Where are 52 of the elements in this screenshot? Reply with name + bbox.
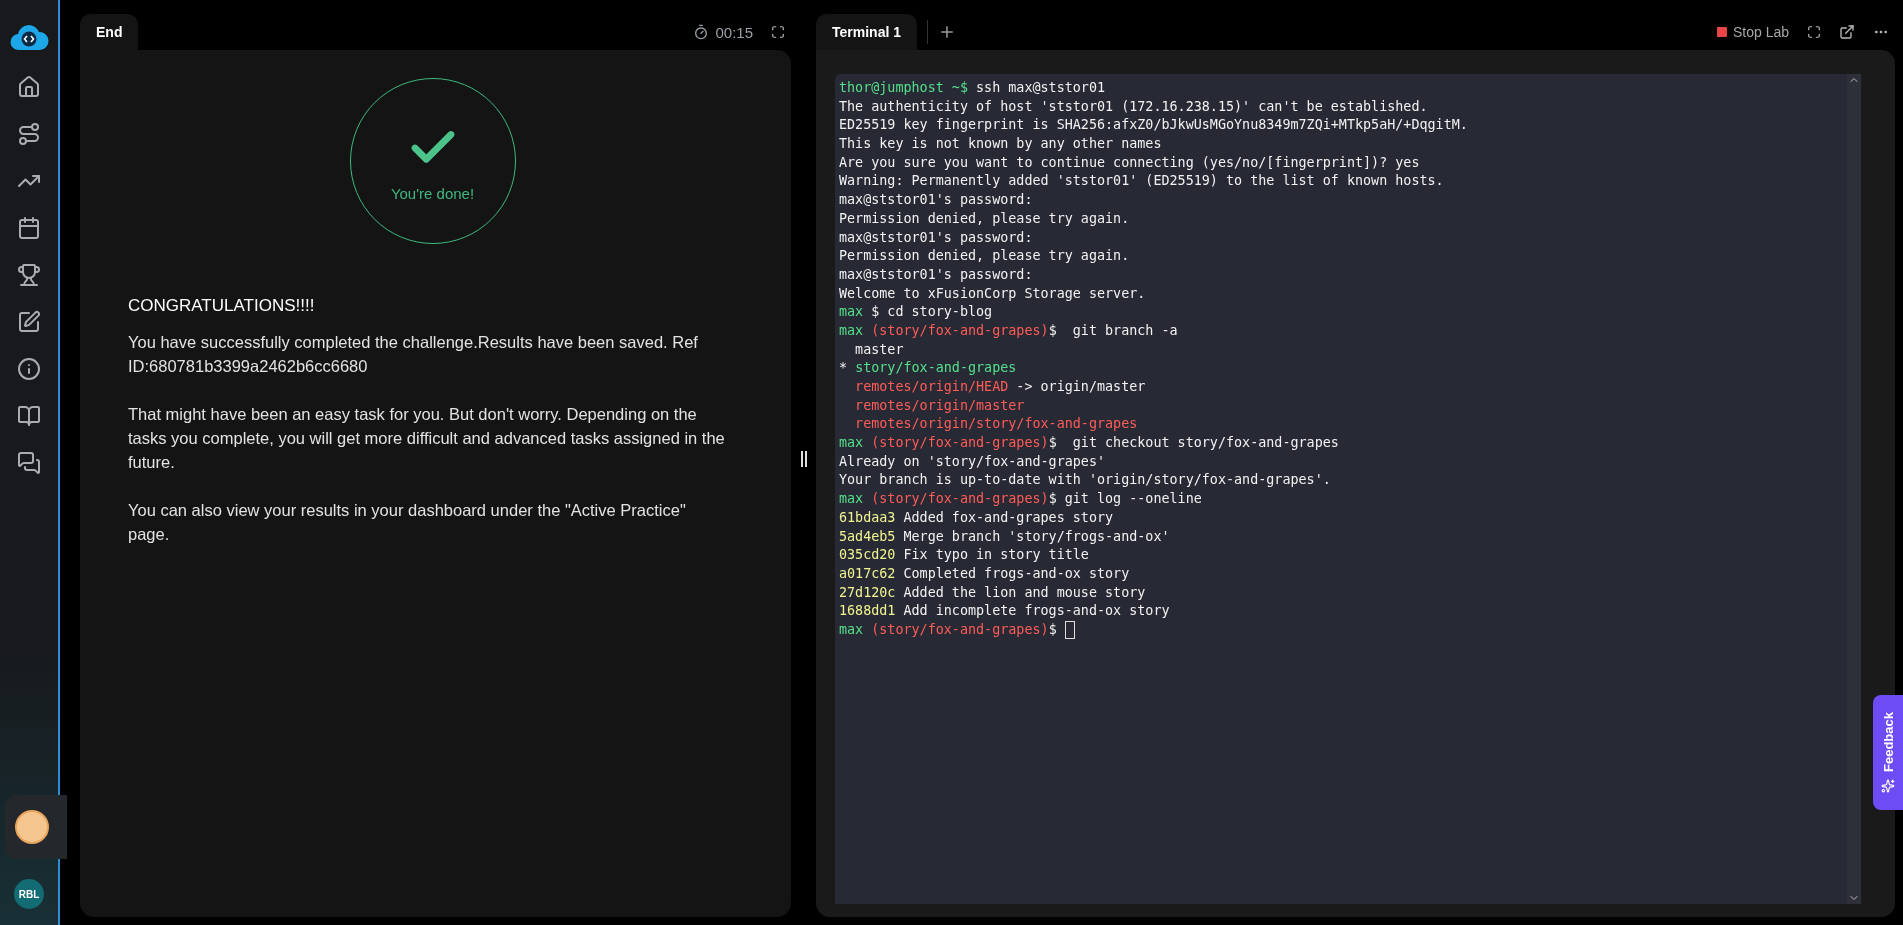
- terminal-line: Welcome to xFusionCorp Storage server.: [839, 284, 1146, 303]
- terminal-line: Permission denied, please try again.: [839, 247, 1130, 266]
- terminal-line: 1688dd1 Add incomplete frogs-and-ox story: [839, 602, 1170, 621]
- terminal-line: 035cd20 Fix typo in story title: [839, 546, 1089, 565]
- terminal-line: max (story/fox-and-grapes)$ git checkout story/fox-and-grapes: [839, 434, 1339, 453]
- terminal-line: max (story/fox-and-grapes)$: [839, 620, 1057, 639]
- external-link-button[interactable]: [1839, 24, 1855, 40]
- expand-button[interactable]: [1807, 25, 1821, 39]
- terminal-line: master: [854, 340, 904, 359]
- terminal-line: 27d120c Added the lion and mouse story: [839, 583, 1146, 602]
- terminal-line: 5ad4eb5 Merge branch 'story/frogs-and-ox': [839, 527, 1170, 546]
- terminal-line: a017c62 Completed frogs-and-ox story: [839, 564, 1130, 583]
- terminal-line: max $ cd story-blog: [839, 303, 993, 322]
- avatar-card[interactable]: [5, 795, 67, 859]
- timer-icon: [693, 24, 710, 40]
- paragraph: You can also view your results in your dashboard under the "Active Practice" page.: [128, 500, 687, 545]
- user-initials-avatar[interactable]: RBL: [14, 879, 44, 909]
- terminal-line: max@ststor01's password:: [839, 265, 1033, 284]
- terminal-line: Warning: Permanently added 'ststor01' (ED25519) to the list of known hosts.: [839, 172, 1444, 191]
- terminal-line: thor@jumphost ~$ ssh max@ststor01: [839, 79, 1106, 97]
- heading: CONGRATULATIONS!!!!: [128, 296, 316, 316]
- timer-text: 00:15: [715, 23, 753, 41]
- terminal-line: Are you sure you want to continue connecting (yes/no/[fingerprint])? yes: [839, 153, 1420, 172]
- terminal-line: This key is not known by any other names: [839, 135, 1162, 154]
- sparkles-icon: [1881, 779, 1895, 794]
- terminal-line: remotes/origin/story/fox-and-grapes: [854, 415, 1138, 434]
- paragraph: You have successfully completed the challenge.Results have been saved. Ref ID:680781b3399a2462b6cc6680: [128, 332, 699, 377]
- terminal-line: ED25519 key fingerprint is SHA256:afxZ0/bJkwUsMGoYnu8349m7ZQi+MTkp5aH/+DqgitM.: [839, 116, 1468, 135]
- avatar: [15, 810, 49, 844]
- tab[interactable]: End: [80, 14, 139, 50]
- add-tab-button[interactable]: [938, 23, 956, 41]
- terminal-line: Already on 'story/fox-and-grapes': [839, 452, 1106, 471]
- terminal-line: Your branch is up-to-date with 'origin/story/fox-and-grapes'.: [839, 471, 1331, 490]
- tab[interactable]: Terminal 1: [816, 14, 917, 50]
- status-text: You're done!: [390, 184, 475, 202]
- terminal-line: * story/fox-and-grapes: [839, 359, 1017, 378]
- scrollbar[interactable]: [1847, 74, 1861, 904]
- cloud-code-logo: [9, 24, 49, 52]
- terminal-line: Permission denied, please try again.: [839, 209, 1130, 228]
- resize-handle-icon[interactable]: [800, 450, 807, 467]
- terminal-line: The authenticity of host 'ststor01 (172.16.238.15)' can't be established.: [839, 97, 1428, 116]
- terminal-line: max@ststor01's password:: [839, 191, 1033, 210]
- expand-button[interactable]: [771, 25, 785, 39]
- feedback-tab[interactable]: Feedback: [1873, 695, 1903, 810]
- terminal-line: remotes/origin/master: [854, 396, 1025, 415]
- stop-lab-button[interactable]: Stop Lab: [1716, 24, 1789, 40]
- paragraph: That might have been an easy task for you. But don't worry. Depending on the tasks you complete, you will get more difficult and advanced tasks assigned in the future.: [128, 404, 726, 473]
- terminal-line: 61bdaa3 Added fox-and-grapes story: [839, 508, 1114, 527]
- terminal-line: remotes/origin/HEAD -> origin/master: [854, 378, 1146, 396]
- terminal-line: max (story/fox-and-grapes)$ git branch -a: [839, 321, 1178, 340]
- terminal-line: max@ststor01's password:: [839, 228, 1033, 247]
- terminal-line: max (story/fox-and-grapes)$ git log --oneline: [839, 490, 1202, 509]
